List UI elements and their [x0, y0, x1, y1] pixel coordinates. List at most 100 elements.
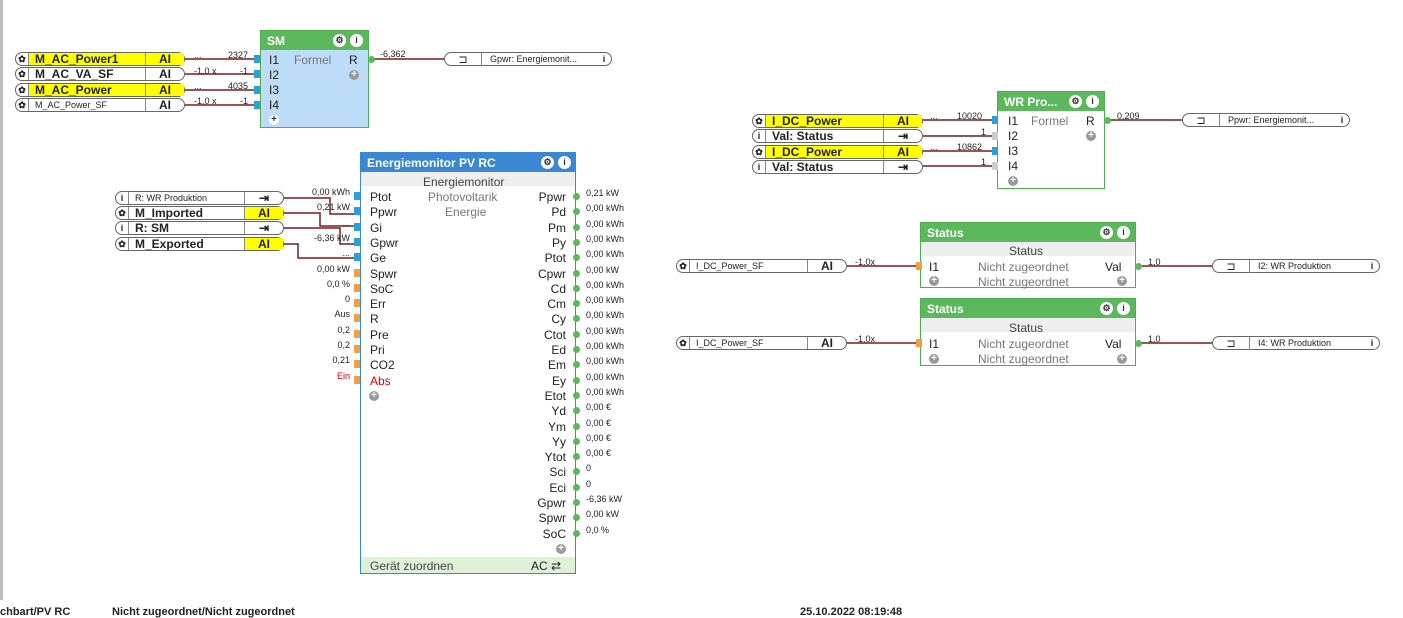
output-pin[interactable]: [1104, 117, 1111, 124]
block-header[interactable]: Energiemonitor PV RC ⚙ i: [361, 153, 575, 172]
sm-output-target[interactable]: ⊐ Gpwr: Energiemonit... i: [444, 52, 612, 66]
input-pin[interactable]: [992, 162, 998, 170]
input-pin[interactable]: [254, 55, 260, 63]
output-pin[interactable]: [573, 422, 580, 430]
gear-icon[interactable]: ✿: [16, 54, 28, 65]
gear-icon[interactable]: ✿: [116, 239, 128, 250]
add-output-icon[interactable]: +: [1117, 276, 1127, 286]
info-icon[interactable]: i: [350, 34, 363, 47]
add-output-icon[interactable]: +: [349, 70, 359, 80]
input-pin[interactable]: [354, 375, 360, 384]
input-pin[interactable]: [992, 132, 998, 140]
output-pin[interactable]: [573, 437, 580, 445]
input-pin[interactable]: [354, 237, 360, 246]
gear-icon[interactable]: ✿: [116, 208, 128, 219]
output-pin[interactable]: [573, 499, 580, 506]
add-input-icon[interactable]: +: [269, 115, 279, 125]
output-pin[interactable]: [1135, 263, 1142, 270]
status-block-2[interactable]: Status ⚙ i Status I1 Nicht zugeordnet Va…: [920, 298, 1136, 366]
wr-produktion-block[interactable]: WR Pro... ⚙ i I1 Formel R I2 I3 I4 + +: [997, 91, 1105, 189]
ac-toggle[interactable]: AC ⇄: [531, 559, 561, 573]
add-input-icon[interactable]: +: [929, 276, 939, 286]
info-icon[interactable]: i: [116, 223, 128, 233]
output-pin[interactable]: [573, 223, 580, 231]
info-icon[interactable]: i: [753, 131, 765, 141]
gear-icon[interactable]: ✿: [16, 85, 28, 96]
gear-icon[interactable]: ✿: [677, 338, 689, 349]
sm-formula-block[interactable]: SM ⚙ i I1 Formel R I2 I3 I4 + +: [260, 30, 369, 128]
block-header[interactable]: Status ⚙ i: [921, 223, 1135, 242]
output-pin[interactable]: [573, 391, 580, 399]
input-r-sm[interactable]: i R: SM ⇥: [115, 221, 284, 235]
settings-icon[interactable]: ⚙: [1100, 226, 1113, 239]
status1-output-target[interactable]: ⊐ I2: WR Produktion i: [1212, 259, 1380, 273]
info-icon[interactable]: i: [1365, 261, 1379, 271]
wr-output-target[interactable]: ⊐ Ppwr: Energiemonit... i: [1182, 113, 1350, 127]
settings-icon[interactable]: ⚙: [1069, 95, 1082, 108]
status-block-1[interactable]: Status ⚙ i Status I1 Nicht zugeordnet Va…: [920, 222, 1136, 289]
add-input-icon[interactable]: +: [929, 354, 939, 364]
input-pin[interactable]: [354, 207, 360, 216]
input-pin[interactable]: [254, 70, 260, 78]
output-pin[interactable]: [573, 330, 580, 338]
output-pin[interactable]: [573, 269, 580, 277]
input-pin[interactable]: [354, 222, 360, 231]
input-pin[interactable]: [354, 329, 360, 338]
output-pin[interactable]: [573, 284, 580, 292]
output-pin[interactable]: [573, 483, 580, 491]
input-pin[interactable]: [254, 86, 260, 94]
info-icon[interactable]: i: [116, 193, 128, 203]
output-pin[interactable]: [573, 529, 580, 537]
block-header[interactable]: SM ⚙ i: [261, 31, 368, 50]
gear-icon[interactable]: ✿: [753, 147, 765, 158]
gear-icon[interactable]: ✿: [16, 69, 28, 80]
input-m-ac-power1[interactable]: ✿ M_AC_Power1 AI: [15, 52, 185, 66]
add-input-icon[interactable]: +: [1008, 176, 1018, 186]
output-pin[interactable]: [573, 346, 580, 353]
status2-output-target[interactable]: ⊐ I4: WR Produktion i: [1212, 336, 1380, 350]
info-icon[interactable]: i: [1117, 226, 1130, 239]
input-i-dc-power-2[interactable]: ✿ I_DC_Power AI: [752, 145, 923, 159]
add-input-icon[interactable]: +: [369, 390, 379, 401]
output-pin[interactable]: [573, 376, 580, 384]
energiemonitor-block[interactable]: Energiemonitor PV RC ⚙ i Energiemonitor …: [360, 152, 576, 574]
input-pin[interactable]: [354, 283, 360, 292]
input-val-status-1[interactable]: i Val: Status ⇥: [752, 129, 923, 143]
add-output-icon[interactable]: +: [1086, 131, 1096, 141]
input-pin[interactable]: [916, 339, 922, 347]
add-output-icon[interactable]: +: [556, 543, 566, 554]
input-m-ac-power[interactable]: ✿ M_AC_Power AI: [15, 83, 185, 97]
info-icon[interactable]: i: [1335, 115, 1349, 125]
block-header[interactable]: Status ⚙ i: [921, 299, 1135, 318]
output-pin[interactable]: [573, 238, 580, 246]
block-header[interactable]: WR Pro... ⚙ i: [998, 92, 1104, 111]
gear-icon[interactable]: ✿: [16, 100, 28, 111]
input-pin[interactable]: [354, 192, 360, 200]
input-pin[interactable]: [992, 116, 998, 124]
input-pin[interactable]: [354, 253, 360, 262]
info-icon[interactable]: i: [1117, 302, 1130, 315]
input-pin[interactable]: [254, 101, 260, 109]
input-m-ac-power-sf[interactable]: ✿ M_AC_Power_SF AI: [15, 98, 185, 112]
output-pin[interactable]: [368, 56, 375, 63]
input-pin[interactable]: [354, 314, 360, 323]
info-icon[interactable]: i: [1086, 95, 1099, 108]
device-assign-bar[interactable]: Gerät zuordnen AC ⇄: [361, 557, 575, 573]
input-pin[interactable]: [354, 299, 360, 308]
info-icon[interactable]: i: [558, 156, 571, 169]
input-pin[interactable]: [354, 345, 360, 353]
input-i-dc-power-1[interactable]: ✿ I_DC_Power AI: [752, 114, 923, 128]
input-m-imported[interactable]: ✿ M_Imported AI: [115, 206, 284, 220]
settings-icon[interactable]: ⚙: [333, 34, 346, 47]
settings-icon[interactable]: ⚙: [541, 156, 554, 169]
input-pin[interactable]: [354, 268, 360, 277]
info-icon[interactable]: i: [597, 54, 611, 64]
add-output-icon[interactable]: +: [1117, 354, 1127, 364]
settings-icon[interactable]: ⚙: [1100, 302, 1113, 315]
input-val-status-2[interactable]: i Val: Status ⇥: [752, 160, 923, 174]
output-pin[interactable]: [1135, 340, 1142, 347]
logic-canvas[interactable]: ✿ M_AC_Power1 AI ✿ M_AC_VA_SF AI ✿ M_AC_…: [0, 0, 1403, 618]
input-r-wr-produktion[interactable]: i R: WR Produktion ⇥: [115, 191, 284, 205]
input-m-ac-va-sf[interactable]: ✿ M_AC_VA_SF AI: [15, 67, 185, 81]
input-pin[interactable]: [992, 147, 998, 155]
